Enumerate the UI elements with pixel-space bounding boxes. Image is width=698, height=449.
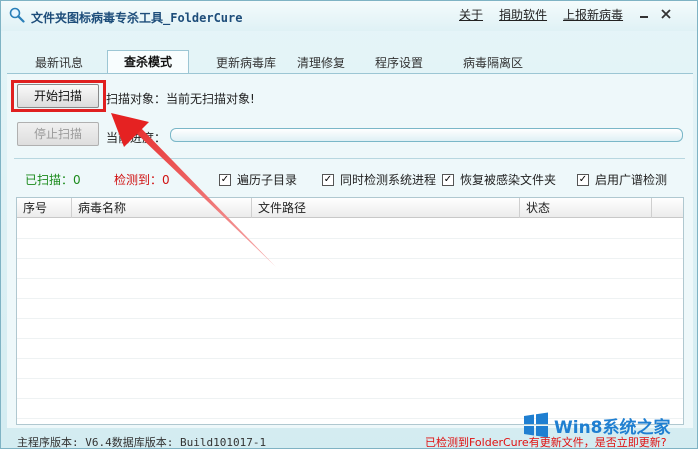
watermark-text: Win8系统之家 — [554, 417, 671, 438]
detected-caption: 检测到： — [114, 173, 163, 187]
tab-latest-news[interactable]: 最新讯息 — [21, 52, 97, 74]
scan-target-label: 扫描对象：当前无扫描对象! — [106, 90, 255, 107]
detected-value: 0 — [162, 173, 170, 187]
version-info: 主程序版本: V6.4数据库版本: Build101017-1 — [17, 436, 267, 449]
magnifier-icon — [9, 7, 25, 23]
scanned-count: 已扫描：0 — [25, 171, 81, 188]
tab-program-settings[interactable]: 程序设置 — [361, 52, 437, 74]
tab-clean-repair[interactable]: 清理修复 — [283, 52, 359, 74]
scan-target-caption: 扫描对象： — [106, 92, 167, 106]
windows-logo-icon — [524, 412, 548, 438]
option-label: 同时检测系统进程 — [340, 173, 437, 187]
scan-progress-bar — [170, 128, 683, 142]
window-controls — [632, 6, 676, 22]
option-label: 遍历子目录 — [237, 173, 298, 187]
window-title: 文件夹图标病毒专杀工具_FolderCure — [31, 11, 243, 25]
table-row — [17, 338, 683, 339]
option-restore-folders[interactable]: ✓ 恢复被感染文件夹 — [442, 171, 556, 188]
table-row — [17, 358, 683, 359]
watermark: Win8系统之家 — [522, 409, 697, 441]
minimize-icon — [640, 16, 648, 18]
table-row — [17, 378, 683, 379]
minimize-button[interactable] — [634, 6, 654, 22]
top-links: 关于 捐助软件 上报新病毒 — [459, 6, 639, 23]
stop-scan-button[interactable]: 停止扫描 — [17, 122, 99, 146]
scan-target-value: 当前无扫描对象! — [166, 92, 255, 106]
option-label: 恢复被感染文件夹 — [460, 173, 557, 187]
table-row — [17, 318, 683, 319]
table-row — [17, 298, 683, 299]
close-button[interactable] — [656, 6, 676, 22]
detected-count: 检测到：0 — [114, 171, 170, 188]
checkbox[interactable]: ✓ — [577, 173, 589, 186]
table-row — [17, 278, 683, 279]
highlight-box — [11, 80, 106, 112]
option-recurse-subdirs[interactable]: ✓ 遍历子目录 — [219, 171, 297, 188]
report-virus-link[interactable]: 上报新病毒 — [563, 6, 623, 23]
option-scan-processes[interactable]: ✓ 同时检测系统进程 — [322, 171, 436, 188]
tab-quarantine[interactable]: 病毒隔离区 — [447, 52, 539, 74]
column-header-file-path[interactable]: 文件路径 — [252, 198, 520, 218]
close-icon — [661, 9, 671, 19]
donate-link[interactable]: 捐助软件 — [499, 6, 547, 23]
divider — [14, 158, 685, 159]
title-bar: 文件夹图标病毒专杀工具_FolderCure 关于 捐助软件 上报新病毒 — [1, 1, 697, 31]
table-row — [17, 258, 683, 259]
table-row — [17, 238, 683, 239]
checkbox[interactable]: ✓ — [442, 173, 454, 186]
tab-scan-mode[interactable]: 查杀模式 — [107, 50, 189, 74]
checkbox[interactable]: ✓ — [219, 173, 231, 186]
progress-label: 当前进度： — [106, 131, 167, 145]
app-window: 文件夹图标病毒专杀工具_FolderCure 关于 捐助软件 上报新病毒 最新讯… — [0, 0, 698, 449]
column-header-status[interactable]: 状态 — [520, 198, 652, 218]
table-header: 序号 病毒名称 文件路径 状态 — [17, 198, 683, 218]
scanned-value: 0 — [73, 173, 81, 187]
checkbox[interactable]: ✓ — [322, 173, 334, 186]
option-heuristic-detection[interactable]: ✓ 启用广谱检测 — [577, 171, 667, 188]
table-row — [17, 398, 683, 399]
scanned-caption: 已扫描： — [25, 173, 74, 187]
option-label: 启用广谱检测 — [595, 173, 668, 187]
about-link[interactable]: 关于 — [459, 6, 483, 23]
tab-update-virus-db[interactable]: 更新病毒库 — [199, 52, 293, 74]
results-table[interactable]: 序号 病毒名称 文件路径 状态 — [16, 197, 684, 425]
column-header-index[interactable]: 序号 — [17, 198, 72, 218]
column-header-virus-name[interactable]: 病毒名称 — [72, 198, 252, 218]
